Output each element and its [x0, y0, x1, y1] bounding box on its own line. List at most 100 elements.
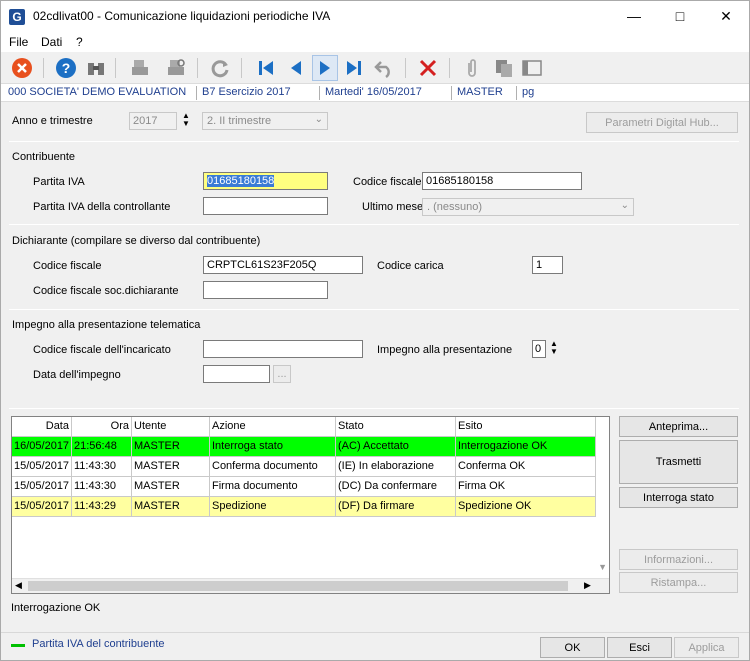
next-record-icon[interactable] [312, 55, 338, 81]
scroll-left-icon[interactable]: ◀ [15, 580, 22, 591]
table-cell: (AC) Accettato [336, 437, 456, 457]
legend-swatch [11, 644, 25, 647]
minimize-button[interactable]: — [611, 1, 657, 32]
anno-label: Anno e trimestre [12, 115, 93, 127]
column-header[interactable]: Esito [456, 417, 596, 437]
column-header[interactable]: Utente [132, 417, 210, 437]
anteprima-button[interactable]: Anteprima... [619, 416, 738, 437]
carica-field[interactable]: 1 [532, 256, 563, 274]
result-text: Interrogazione OK [11, 602, 101, 614]
menu-dati[interactable]: Dati [41, 35, 62, 49]
table-cell: Firma OK [456, 477, 596, 497]
close-circle-icon[interactable] [9, 55, 35, 81]
binoculars-icon[interactable] [83, 55, 109, 81]
ultimo-mese-label: Ultimo mese [362, 201, 424, 213]
table-cell: (DF) Da firmare [336, 497, 456, 517]
applica-button[interactable]: Applica [674, 637, 739, 658]
print-icon[interactable] [127, 55, 153, 81]
table-row[interactable]: 16/05/2017 21:56:48 MASTER Interroga stato(… [12, 437, 596, 457]
close-window-button[interactable]: ✕ [703, 1, 749, 32]
trasmetti-button[interactable]: Trasmetti [619, 440, 738, 484]
contribuente-heading: Contribuente [12, 151, 75, 163]
menu-file[interactable]: File [9, 35, 28, 49]
grid-header: Data Ora Utente Azione Stato Esito [12, 417, 596, 437]
scroll-down-icon[interactable]: ▼ [598, 562, 607, 572]
first-record-icon[interactable] [253, 55, 279, 81]
column-header[interactable]: Ora [72, 417, 132, 437]
cf-incaricato-field[interactable] [203, 340, 363, 358]
column-header[interactable]: Stato [336, 417, 456, 437]
piva-controllante-label: Partita IVA della controllante [33, 201, 171, 213]
data-impegno-label: Data dell'impegno [33, 369, 121, 381]
legend-label: Partita IVA del contribuente [32, 638, 165, 650]
ristampa-button[interactable]: Ristampa... [619, 572, 738, 593]
scroll-right-icon[interactable]: ▶ [584, 580, 591, 591]
dichiarante-cf-label: Codice fiscale [33, 260, 102, 272]
impegno-field[interactable]: 0 [532, 340, 546, 358]
table-cell: (DC) Da confermare [336, 477, 456, 497]
ultimo-mese-select[interactable]: . (nessuno) ⌄ [422, 198, 634, 216]
previous-record-icon[interactable] [283, 55, 309, 81]
table-cell: Spedizione [210, 497, 336, 517]
print-preview-icon[interactable] [163, 55, 189, 81]
table-cell: 11:43:30 [72, 477, 132, 497]
data-impegno-field[interactable] [203, 365, 270, 383]
undo-icon[interactable] [371, 55, 397, 81]
window-title: 02cdlivat00 - Comunicazione liquidazioni… [33, 9, 331, 23]
piva-label: Partita IVA [33, 176, 85, 188]
table-cell: 15/05/2017 [12, 497, 72, 517]
table-cell: Conferma documento [210, 457, 336, 477]
cf-incaricato-label: Codice fiscale dell'incaricato [33, 344, 171, 356]
attach-icon[interactable] [459, 55, 485, 81]
piva-controllante-field[interactable] [203, 197, 328, 215]
layout-icon[interactable] [519, 55, 545, 81]
column-header[interactable]: Azione [210, 417, 336, 437]
help-icon[interactable]: ? [53, 55, 79, 81]
table-cell: 16/05/2017 [12, 437, 72, 457]
delete-icon[interactable] [415, 55, 441, 81]
ok-button[interactable]: OK [540, 637, 605, 658]
table-cell: Firma documento [210, 477, 336, 497]
table-row[interactable]: 15/05/2017 11:43:30 MASTER Conferma documen… [12, 457, 596, 477]
profile-label: pg [516, 86, 534, 100]
informazioni-button[interactable]: Informazioni... [619, 549, 738, 570]
date-label: Martedi' 16/05/2017 [319, 86, 422, 100]
cf-soc-label: Codice fiscale soc.dichiarante [33, 285, 179, 297]
year-field[interactable]: 2017 [129, 112, 177, 130]
table-cell: 15/05/2017 [12, 477, 72, 497]
app-icon: G [9, 9, 25, 25]
company-label: 000 SOCIETA' DEMO EVALUATION [8, 86, 187, 98]
table-cell: Conferma OK [456, 457, 596, 477]
esci-button[interactable]: Esci [607, 637, 672, 658]
cf-label: Codice fiscale [353, 176, 422, 188]
maximize-button[interactable]: □ [657, 1, 703, 32]
table-cell: (IE) In elaborazione [336, 457, 456, 477]
table-cell: Interroga stato [210, 437, 336, 457]
refresh-icon[interactable] [207, 55, 233, 81]
dichiarante-cf-field[interactable]: CRPTCL61S23F205Q [203, 256, 363, 274]
digital-hub-button[interactable]: Parametri Digital Hub... [586, 112, 738, 133]
copy-icon[interactable] [491, 55, 517, 81]
date-picker-button[interactable]: ... [273, 365, 291, 383]
quarter-select[interactable]: 2. II trimestre ⌄ [202, 112, 328, 130]
cf-field[interactable]: 01685180158 [422, 172, 582, 190]
scrollbar-thumb[interactable] [28, 581, 568, 591]
piva-field[interactable]: 01685180158 [203, 172, 328, 190]
toolbar: ? [1, 52, 749, 84]
impegno-label: Impegno alla presentazione [377, 344, 513, 356]
table-row[interactable]: 15/05/2017 11:43:29 MASTER Spedizione (DF) D… [12, 497, 596, 517]
horizontal-scrollbar[interactable]: ◀ ▶ [12, 578, 609, 593]
column-header[interactable]: Data [12, 417, 72, 437]
interroga-stato-button[interactable]: Interroga stato [619, 487, 738, 508]
impegno-spinner[interactable]: ▲ ▼ [549, 340, 559, 358]
last-record-icon[interactable] [341, 55, 367, 81]
table-row[interactable]: 15/05/2017 11:43:30 MASTER Firma documento(… [12, 477, 596, 497]
table-cell: Interrogazione OK [456, 437, 596, 457]
year-spinner[interactable]: ▲ ▼ [181, 112, 191, 130]
cf-soc-field[interactable] [203, 281, 328, 299]
chevron-down-icon: ⌄ [314, 114, 323, 125]
carica-label: Codice carica [377, 260, 444, 272]
chevron-down-icon: ⌄ [620, 200, 629, 211]
menu-help[interactable]: ? [76, 35, 83, 49]
fiscal-year-label: B7 Esercizio 2017 [196, 86, 291, 100]
